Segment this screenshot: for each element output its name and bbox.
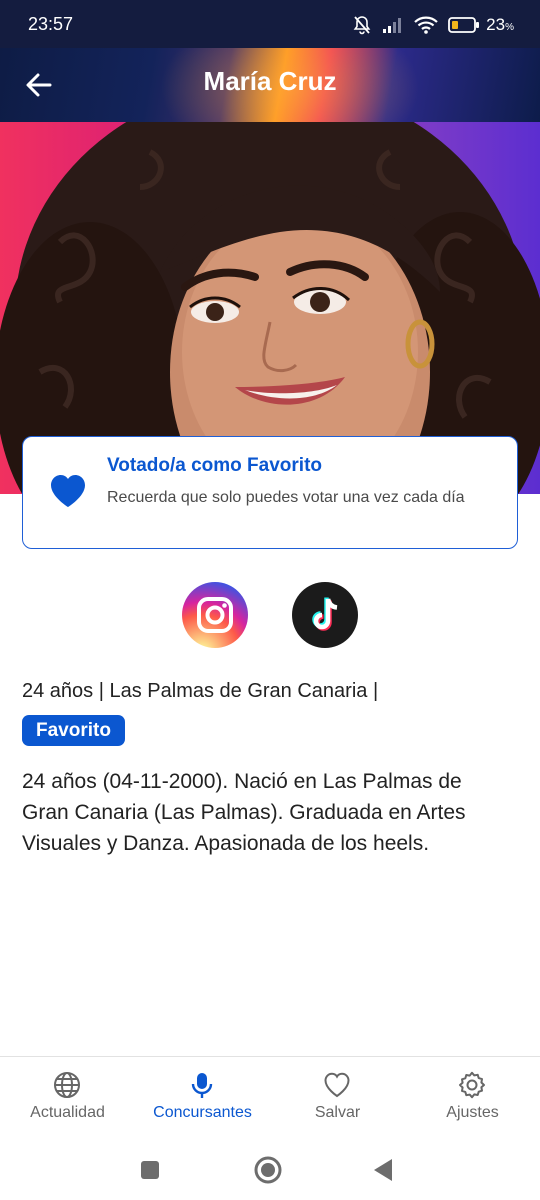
back-triangle-icon[interactable] <box>368 1154 400 1186</box>
heart-icon <box>51 475 85 507</box>
instagram-button[interactable] <box>182 582 248 648</box>
microphone-icon <box>191 1073 213 1098</box>
status-icons: 23% <box>352 12 514 38</box>
battery-icon <box>448 17 480 33</box>
status-time: 23:57 <box>28 14 74 34</box>
vote-title: Votado/a como Favorito <box>107 455 323 476</box>
profile-meta: 24 años | Las Palmas de Gran Canaria | <box>22 680 379 702</box>
gear-icon <box>459 1071 485 1099</box>
nav-item-concursantes[interactable]: Concursantes <box>135 1057 270 1141</box>
instagram-icon <box>197 597 233 633</box>
bell-muted-icon <box>353 16 371 35</box>
bottom-nav: Actualidad Concursantes Salvar Ajustes <box>0 1056 540 1140</box>
tiktok-icon <box>312 597 338 631</box>
wifi-icon <box>414 16 438 34</box>
app-screen: 23:57 23% María Cruz Votado/a como Favor… <box>0 0 540 1200</box>
favorite-badge: Favorito <box>22 715 125 746</box>
globe-icon <box>54 1072 80 1098</box>
vote-status-card: Votado/a como Favorito Recuerda que solo… <box>22 436 518 549</box>
status-bar: 23:57 23% <box>0 0 540 48</box>
nav-label-salvar: Salvar <box>314 1104 361 1121</box>
signal-icon <box>383 18 402 33</box>
home-icon[interactable] <box>252 1154 284 1186</box>
nav-label-actualidad: Actualidad <box>30 1104 105 1121</box>
battery-percent: 23% <box>486 15 514 34</box>
page-title: María Cruz <box>203 66 337 96</box>
nav-label-ajustes: Ajustes <box>446 1104 499 1121</box>
nav-label-concursantes: Concursantes <box>153 1104 252 1121</box>
heart-outline-icon <box>324 1072 350 1098</box>
system-nav-bar <box>0 1140 540 1200</box>
nav-item-actualidad[interactable]: Actualidad <box>0 1057 135 1141</box>
tiktok-button[interactable] <box>292 582 358 648</box>
vote-subtitle: Recuerda que solo puedes votar una vez c… <box>107 489 465 506</box>
app-bar: María Cruz <box>0 48 540 122</box>
nav-item-salvar[interactable]: Salvar <box>270 1057 405 1141</box>
profile-bio: 24 años (04-11-2000). Nació en Las Palma… <box>22 770 466 855</box>
nav-item-ajustes[interactable]: Ajustes <box>405 1057 540 1141</box>
recents-icon[interactable] <box>134 1154 166 1186</box>
